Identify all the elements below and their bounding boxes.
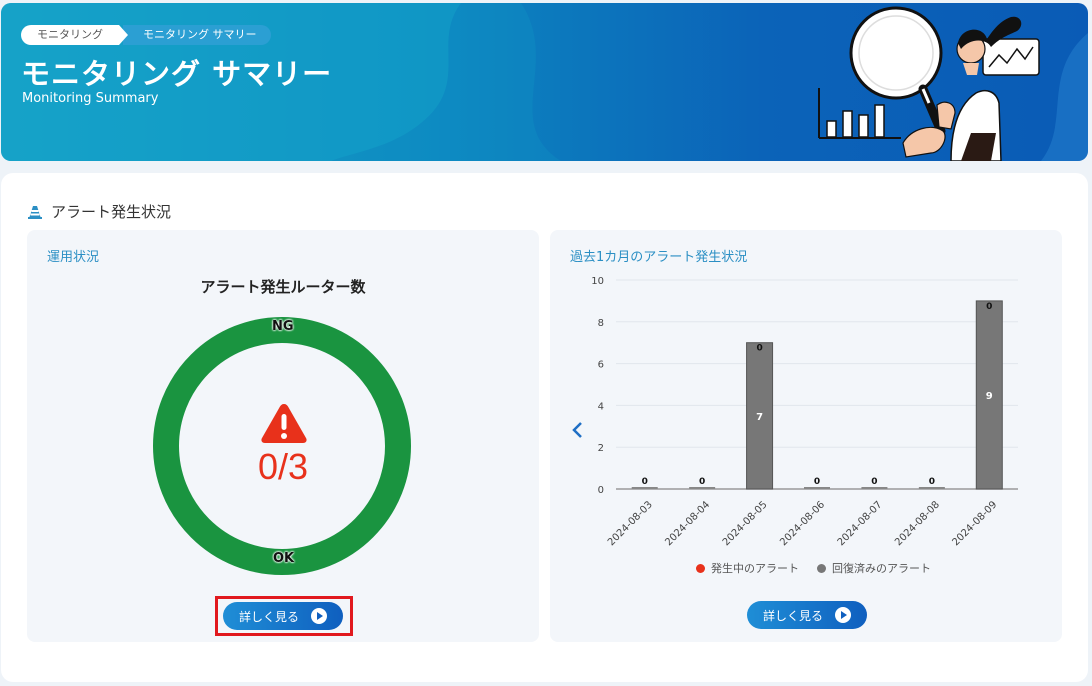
play-circle-icon [311, 608, 327, 624]
y-tick-label: 4 [598, 401, 604, 412]
play-circle-icon [835, 607, 851, 623]
data-label-active: 0 [986, 302, 992, 312]
page-subtitle: Monitoring Summary [22, 91, 159, 106]
alert-bar-chart: 024681002024-08-0302024-08-04702024-08-0… [591, 276, 1018, 548]
data-label-active: 0 [814, 477, 820, 487]
gauge-title: アラート発生ルーター数 [200, 278, 366, 296]
data-label-active: 0 [756, 344, 762, 354]
x-tick-label: 2024-08-08 [893, 499, 942, 548]
y-tick-label: 10 [591, 276, 604, 287]
breadcrumb-item-current: モニタリング サマリー [123, 25, 271, 45]
data-label-active: 0 [929, 477, 935, 487]
details-button-operation[interactable]: 詳しく見る [223, 602, 343, 630]
details-button-monthly[interactable]: 詳しく見る [747, 601, 867, 629]
section-header: アラート発生状況 [27, 201, 171, 222]
section-title: アラート発生状況 [51, 203, 172, 221]
y-tick-label: 2 [598, 443, 604, 454]
page-title: モニタリング サマリー [21, 57, 333, 91]
data-label-active: 0 [871, 477, 877, 487]
data-label-active: 0 [642, 477, 648, 487]
alert-status-card: アラート発生状況 運用状況 アラート発生ルーター数 NG OK 0/3 詳しく見… [1, 173, 1088, 682]
bar-recovered [689, 487, 716, 489]
x-tick-label: 2024-08-04 [663, 499, 712, 548]
y-tick-label: 6 [598, 360, 604, 371]
legend-dot-active [696, 563, 705, 573]
header-banner: モニタリング モニタリング サマリー モニタリング サマリー Monitorin… [1, 3, 1088, 161]
donut-ok-label: OK [273, 551, 295, 566]
breadcrumb: モニタリング モニタリング サマリー [21, 25, 271, 45]
x-tick-label: 2024-08-03 [606, 499, 655, 548]
chevron-left-icon[interactable] [570, 420, 584, 440]
legend-dot-recovered [817, 563, 826, 573]
data-label-active: 0 [699, 477, 705, 487]
operation-status-panel: 運用状況 アラート発生ルーター数 NG OK 0/3 詳しく見る [27, 230, 539, 642]
bar-recovered [631, 487, 658, 489]
bar-recovered [861, 487, 888, 489]
details-button-label: 詳しく見る [238, 609, 299, 624]
traffic-cone-icon [28, 205, 42, 219]
legend-item-active[interactable]: 発生中のアラート [696, 560, 799, 576]
x-tick-label: 2024-08-07 [836, 499, 885, 548]
bar-recovered [918, 487, 945, 489]
y-tick-label: 8 [598, 318, 604, 329]
donut-ng-label: NG [272, 319, 294, 334]
y-tick-label: 0 [598, 485, 604, 496]
chart-legend: 発生中のアラート 回復済みのアラート [696, 560, 931, 576]
warning-icon [261, 404, 307, 443]
monthly-alert-panel: 過去1カ月のアラート発生状況 0 2 4 6 8 10 0 2024-08-03 0 2024-0… [550, 230, 1062, 642]
alert-ratio: 0/3 [257, 446, 309, 487]
data-label-recovered: 7 [756, 412, 763, 423]
x-tick-label: 2024-08-09 [951, 499, 1000, 548]
panel-label-operation: 運用状況 [47, 250, 100, 265]
x-tick-label: 2024-08-05 [721, 499, 770, 548]
breadcrumb-item-monitoring[interactable]: モニタリング [21, 25, 128, 45]
legend-label-active: 発生中のアラート [711, 562, 799, 575]
legend-label-recovered: 回復済みのアラート [832, 562, 931, 575]
monitoring-illustration [818, 6, 1040, 161]
bar-recovered [804, 487, 830, 489]
page: モニタリング モニタリング サマリー モニタリング サマリー Monitorin… [0, 0, 1092, 686]
data-label-recovered: 9 [986, 391, 993, 402]
details-button-label: 詳しく見る [762, 608, 823, 623]
x-tick-label: 2024-08-06 [778, 499, 827, 548]
legend-item-recovered[interactable]: 回復済みのアラート [817, 560, 931, 576]
